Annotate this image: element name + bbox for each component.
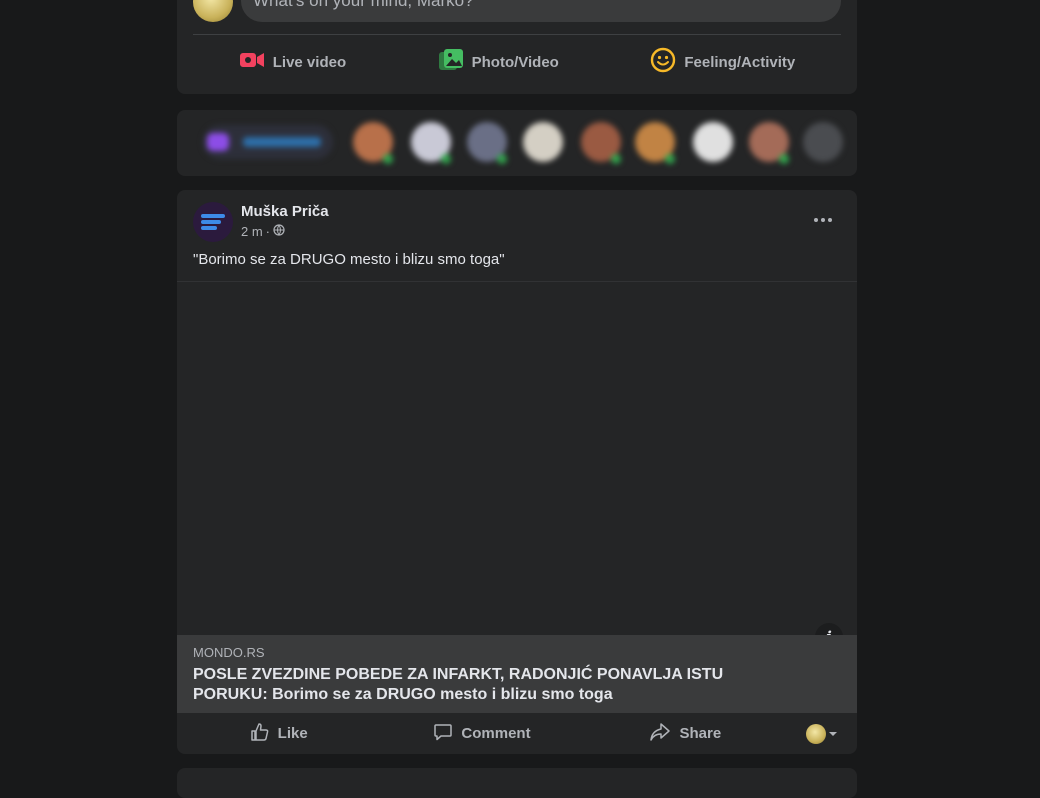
comment-label: Comment (461, 725, 531, 742)
link-preview-image[interactable] (177, 281, 857, 636)
share-icon (649, 722, 671, 746)
live-video-label: Live video (272, 53, 347, 71)
link-domain: MONDO.RS (193, 645, 265, 660)
link-title: POSLE ZVEZDINE POBEDE ZA INFARKT, RADONJ… (193, 666, 724, 703)
meta-separator: · (265, 224, 271, 239)
globe-icon (273, 224, 285, 239)
page-avatar[interactable] (193, 202, 233, 242)
rooms-strip (177, 110, 857, 176)
comment-button[interactable]: Comment (380, 722, 583, 746)
post-meta: 2 m · (241, 224, 285, 239)
link-preview[interactable]: MONDO.RS POSLE ZVEZDINE POBEDE ZA INFARK… (177, 635, 857, 713)
post-caption: "Borimo se za DRUGO mesto i blizu smo to… (193, 251, 505, 268)
feeling-activity-label: Feeling/Activity (684, 53, 796, 71)
like-label: Like (277, 725, 308, 742)
photo-icon (438, 48, 464, 76)
contact-avatar[interactable] (803, 122, 843, 162)
create-room-button[interactable] (203, 125, 333, 159)
post-actions: Like Comment Share (177, 713, 857, 754)
share-button[interactable]: Share (584, 722, 787, 746)
contact-avatar[interactable] (523, 122, 563, 162)
divider (193, 34, 841, 35)
page-name-link[interactable]: Muška Priča (241, 203, 329, 220)
photo-video-label: Photo/Video (471, 53, 559, 71)
chevron-down-icon (828, 725, 838, 743)
composer-actions: Live video Photo/Video Feeling/Activity (193, 42, 841, 82)
share-label: Share (679, 725, 722, 742)
live-video-button[interactable]: Live video (239, 50, 346, 74)
more-options-icon[interactable] (809, 212, 837, 228)
user-mini-avatar (805, 723, 826, 744)
photo-video-button[interactable]: Photo/Video (438, 48, 559, 76)
like-button[interactable]: Like (177, 722, 380, 746)
whats-on-your-mind-input[interactable]: What's on your mind, Marko? (241, 0, 841, 22)
post-as-selector[interactable] (787, 723, 857, 744)
user-avatar[interactable] (193, 0, 233, 22)
contact-avatar[interactable] (693, 122, 733, 162)
thumbs-up-icon (250, 722, 270, 746)
create-room-label (243, 137, 321, 147)
feed-post: Muška Priča 2 m · "Borimo se za DRUGO me… (177, 190, 857, 754)
comment-icon (433, 722, 453, 746)
live-video-icon (239, 50, 265, 74)
room-icon (207, 133, 229, 151)
next-post (177, 768, 857, 798)
post-time[interactable]: 2 m (241, 224, 263, 239)
post-composer: What's on your mind, Marko? Live video P… (177, 0, 857, 94)
feeling-activity-button[interactable]: Feeling/Activity (650, 47, 795, 77)
smiley-icon (650, 47, 676, 77)
